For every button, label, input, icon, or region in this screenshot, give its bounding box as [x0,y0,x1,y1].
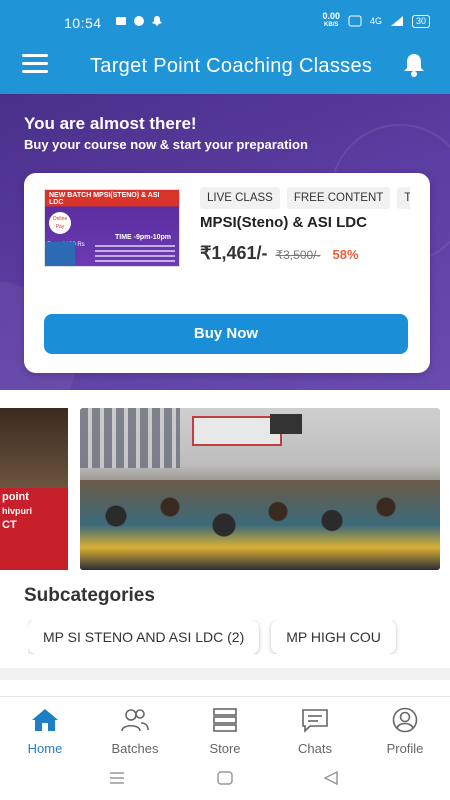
notification-bell-button[interactable] [402,52,426,78]
subcategory-chips: MP SI STENO AND ASI LDC (2) MP HIGH COU [28,620,450,654]
battery-indicator: 30 [411,14,430,28]
store-icon [213,708,237,732]
banner-text: point [2,491,29,503]
hero-heading: You are almost there! [24,114,197,133]
status-bar: 10:54 0.00 KB/S 4G 30 [0,0,450,38]
profile-icon [392,707,418,733]
thumbnail-time: TIME -9pm-10pm [115,234,172,241]
home-icon [32,709,58,731]
thumbnail-text-lines [95,245,175,265]
classroom-board [192,416,282,446]
nav-label: Batches [111,741,159,756]
course-original-price: ₹3,500/- [275,248,321,262]
thumbnail-title: NEW BATCH MPSI(STENO) & ASI LDC [49,192,160,206]
banner-image-top [0,408,68,488]
thumbnail-badge: Online Pay [49,212,71,234]
net-speed-unit: KB/S [324,22,339,28]
nav-item-store[interactable]: Store [180,697,270,758]
classroom-tv [270,414,302,434]
batches-icon [121,709,149,732]
status-right: 0.00 KB/S 4G 30 [322,12,430,30]
tag-truncated: TE [397,187,410,209]
chats-icon [302,709,328,733]
menu-button[interactable] [22,54,48,76]
nav-label: Chats [298,741,332,756]
banner-slide-current[interactable] [80,408,440,570]
back-icon[interactable] [322,770,340,786]
nav-item-batches[interactable]: Batches [90,697,180,758]
volte-icon [348,15,362,27]
course-tags: LIVE CLASS FREE CONTENT TE [200,187,410,209]
home-button-icon[interactable] [216,770,234,786]
message-icon [116,17,126,25]
tag-free-content: FREE CONTENT [286,187,391,209]
price-row: ₹1,461/- ₹3,500/- 58% [200,243,359,264]
hero-subheading: Buy your course now & start your prepara… [24,137,308,152]
signal-icon [390,16,403,26]
banner-carousel[interactable]: point hivpuri CT [0,406,450,572]
classroom-wall-photos [80,408,180,468]
subcategories-title: Subcategories [24,585,155,606]
banner-image-bottom: point hivpuri CT [0,488,68,570]
nav-label: Profile [386,741,424,756]
course-name: MPSI(Steno) & ASI LDC [200,214,367,231]
tag-live-class: LIVE CLASS [200,187,280,209]
course-price: ₹1,461/- [200,243,268,263]
section-divider [0,668,450,680]
banner-text: hivpuri [2,506,33,516]
bottom-navigation: Home Batches Store Chats Profile [0,696,450,758]
course-discount: 58% [332,247,359,262]
nav-label: Home [27,741,63,756]
nav-item-home[interactable]: Home [0,697,90,758]
banner-text: CT [2,519,17,531]
network-type: 4G [369,16,382,26]
banner-slide-previous[interactable]: point hivpuri CT [0,408,68,570]
app-title: Target Point Coaching Classes [90,55,373,77]
course-card[interactable]: NEW BATCH MPSI(STENO) & ASI LDC Online Pa… [24,173,430,373]
thumbnail-person [45,242,75,266]
recent-apps-icon[interactable] [108,770,126,786]
bell-icon [404,54,424,77]
whatsapp-icon [134,16,144,26]
hero-banner: You are almost there! Buy your course no… [0,94,450,390]
nav-item-chats[interactable]: Chats [270,697,360,758]
buy-now-button[interactable]: Buy Now [44,314,408,354]
classroom-students [80,480,440,570]
app-bar: Target Point Coaching Classes [0,38,450,94]
system-navigation-bar [0,758,450,800]
nav-label: Store [209,741,241,756]
course-thumbnail: NEW BATCH MPSI(STENO) & ASI LDC Online Pa… [44,189,180,267]
nav-item-profile[interactable]: Profile [360,697,450,758]
subcategory-chip[interactable]: MP HIGH COU [271,620,396,654]
notification-icons [115,15,163,27]
status-time: 10:54 [64,15,102,31]
net-speed-value: 0.00 [322,11,340,21]
net-speed: 0.00 KB/S [322,12,340,30]
subcategory-chip[interactable]: MP SI STENO AND ASI LDC (2) [28,620,260,654]
snapchat-icon [152,16,162,26]
